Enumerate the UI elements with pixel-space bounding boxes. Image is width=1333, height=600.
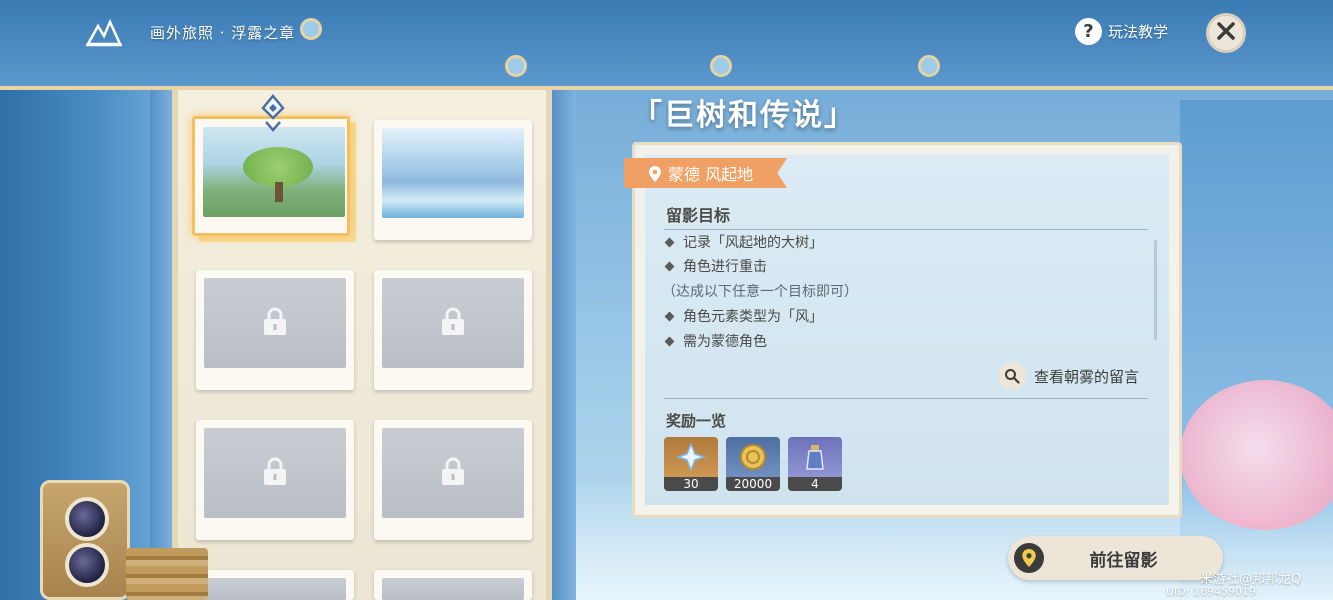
photo-great-tree bbox=[203, 127, 345, 217]
bullet-icon bbox=[664, 336, 675, 346]
camera-lens bbox=[65, 543, 109, 587]
rewards-title: 奖励一览 bbox=[666, 412, 727, 430]
reward-primogem[interactable]: 30 bbox=[664, 437, 718, 491]
decor-ornament bbox=[300, 18, 322, 40]
album-rail-left bbox=[150, 90, 174, 600]
objective-note: （达成以下任意一个目标即可） bbox=[662, 284, 858, 300]
page-title: 画外旅照 · 浮露之章 bbox=[150, 24, 296, 42]
reward-count: 30 bbox=[664, 477, 718, 491]
objectives-title: 留影目标 bbox=[666, 206, 731, 225]
lock-icon bbox=[442, 457, 464, 485]
album-rail-right bbox=[552, 90, 576, 600]
close-button[interactable] bbox=[1206, 13, 1246, 53]
bullet-icon bbox=[664, 261, 675, 271]
photo-card-locked[interactable] bbox=[374, 570, 532, 600]
divider bbox=[664, 398, 1148, 399]
map-pin-icon bbox=[1014, 543, 1044, 573]
photo-card-locked[interactable] bbox=[196, 420, 354, 540]
objective-item: 角色元素类型为「风」 bbox=[664, 306, 823, 326]
photo-card-locked[interactable] bbox=[196, 570, 354, 600]
objective-item: 需为蒙德角色 bbox=[664, 331, 767, 351]
heros-wit-icon bbox=[788, 437, 842, 477]
bullet-icon bbox=[664, 237, 675, 247]
decor-ornament bbox=[505, 55, 527, 77]
location-pin-icon bbox=[649, 166, 661, 182]
mora-icon bbox=[726, 437, 780, 477]
help-button[interactable]: ? 玩法教学 bbox=[1075, 18, 1168, 45]
reward-heros-wit[interactable]: 4 bbox=[788, 437, 842, 491]
selected-marker-icon bbox=[258, 94, 288, 134]
uid-label: UID: 169459019 bbox=[1166, 585, 1256, 598]
decor-ornament bbox=[710, 55, 732, 77]
background-top-curtain bbox=[0, 0, 1333, 90]
go-button-label: 前往留影 bbox=[1089, 550, 1158, 571]
search-icon bbox=[998, 362, 1026, 390]
objectives-scrollbar[interactable] bbox=[1154, 240, 1157, 340]
question-icon: ? bbox=[1075, 18, 1102, 45]
photo-card-waterfall[interactable] bbox=[374, 120, 532, 240]
lock-icon bbox=[442, 307, 464, 335]
primogem-icon bbox=[664, 437, 718, 477]
reward-count: 4 bbox=[788, 477, 842, 491]
event-logo-icon bbox=[84, 18, 124, 48]
bullet-icon bbox=[664, 311, 675, 321]
lock-icon bbox=[264, 307, 286, 335]
reward-count: 20000 bbox=[726, 477, 780, 491]
help-label: 玩法教学 bbox=[1108, 23, 1169, 41]
view-messages-button[interactable]: 查看朝雾的留言 bbox=[998, 362, 1139, 390]
reward-mora[interactable]: 20000 bbox=[726, 437, 780, 491]
go-photograph-button[interactable]: 前往留影 bbox=[1008, 536, 1223, 580]
objective-item: 角色进行重击 bbox=[664, 256, 767, 276]
view-messages-label: 查看朝雾的留言 bbox=[1034, 367, 1140, 386]
photo-card-locked[interactable] bbox=[196, 270, 354, 390]
photo-waterfall-city bbox=[382, 128, 524, 218]
location-label: 蒙德 风起地 bbox=[668, 165, 754, 184]
close-icon bbox=[1216, 21, 1236, 45]
divider bbox=[664, 229, 1148, 230]
camera-icon[interactable] bbox=[40, 480, 130, 600]
lock-icon bbox=[264, 457, 286, 485]
quest-title: 「巨树和传说」 bbox=[632, 98, 856, 133]
camera-lens bbox=[65, 497, 109, 541]
photo-card-locked[interactable] bbox=[374, 270, 532, 390]
objective-item: 记录「风起地的大树」 bbox=[664, 232, 823, 252]
photo-card-locked[interactable] bbox=[374, 420, 532, 540]
decor-ornament bbox=[918, 55, 940, 77]
books-decor bbox=[126, 548, 208, 600]
